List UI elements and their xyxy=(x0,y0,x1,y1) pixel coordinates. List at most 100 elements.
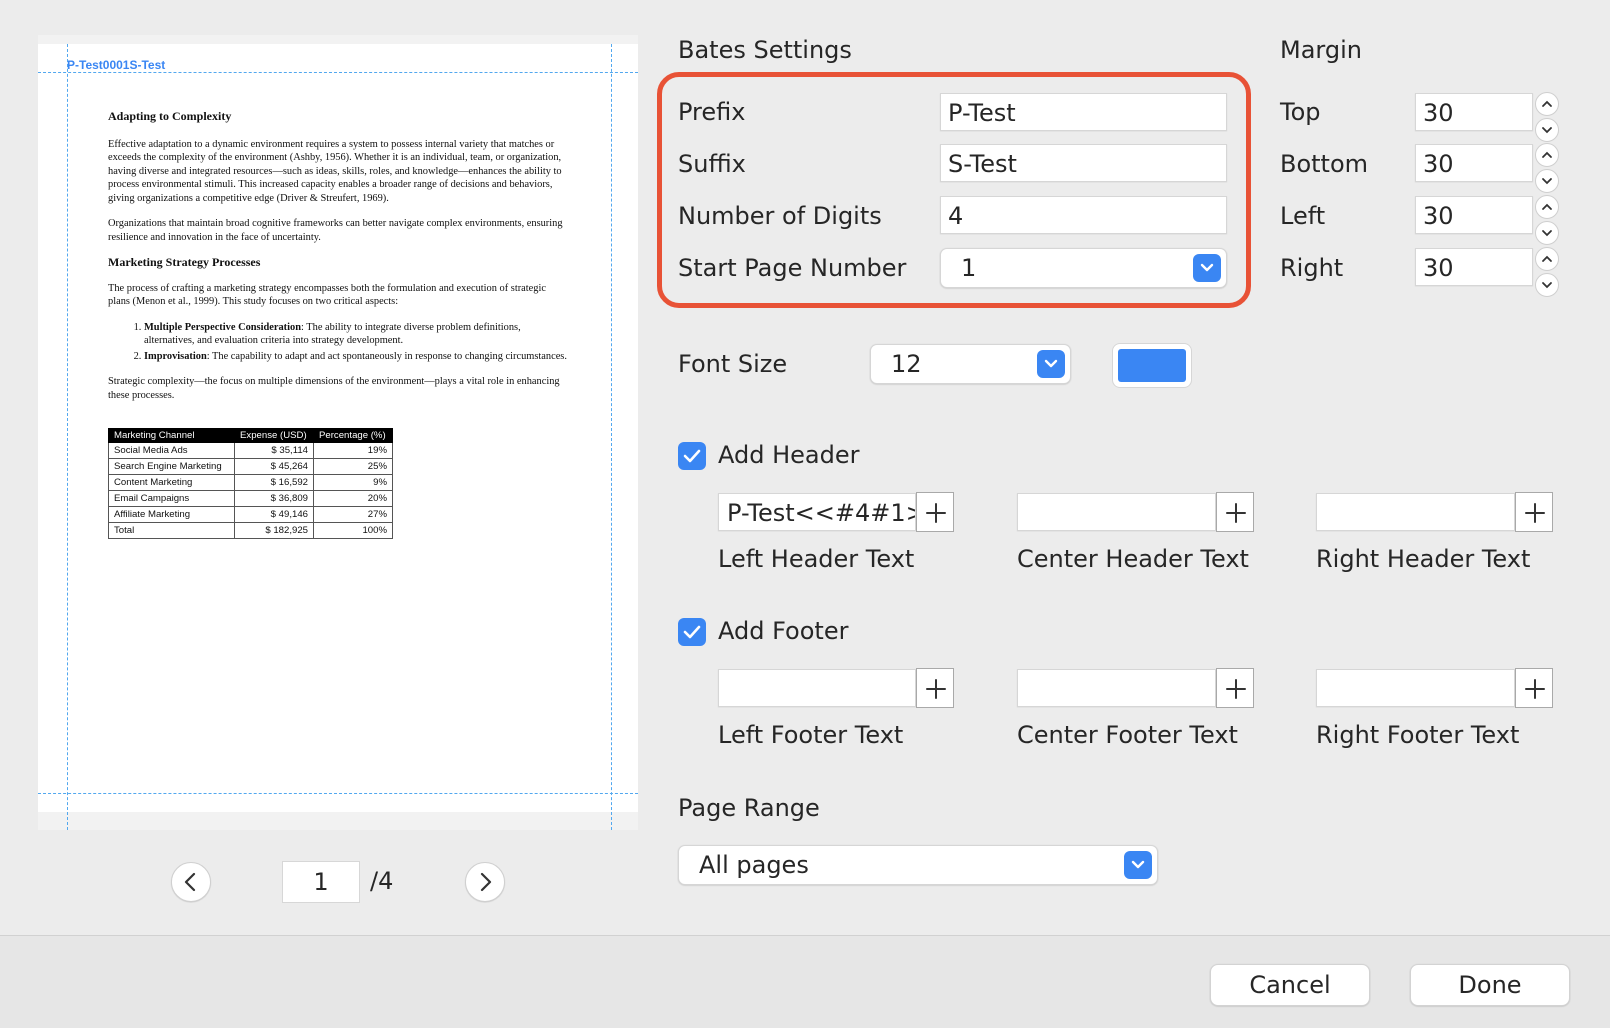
margin-right-stepper[interactable] xyxy=(1535,247,1561,299)
doc-heading: Adapting to Complexity xyxy=(108,109,232,123)
done-button[interactable]: Done xyxy=(1410,964,1570,1006)
bates-settings-title: Bates Settings xyxy=(678,36,852,64)
chevron-right-icon xyxy=(480,872,492,892)
digits-input[interactable]: 4 xyxy=(940,196,1227,234)
start-page-value: 1 xyxy=(961,254,977,282)
add-header-label: Add Header xyxy=(718,441,860,469)
chevron-down-icon[interactable] xyxy=(1535,169,1559,193)
page-range-value: All pages xyxy=(699,851,809,879)
checkmark-icon xyxy=(683,449,701,463)
chevron-down-icon[interactable] xyxy=(1535,118,1559,142)
center-header-input[interactable] xyxy=(1017,493,1216,531)
table-header: Marketing Channel xyxy=(108,428,235,443)
next-page-button[interactable] xyxy=(465,862,505,902)
previous-page-button[interactable] xyxy=(171,862,211,902)
chevron-up-icon[interactable] xyxy=(1535,247,1559,271)
margin-guide-top xyxy=(38,72,638,73)
chevron-down-icon xyxy=(1193,254,1221,282)
suffix-label: Suffix xyxy=(678,150,746,178)
margin-guide-bottom xyxy=(38,793,638,794)
plus-icon xyxy=(1525,503,1545,523)
page-total-label: /4 xyxy=(370,867,394,895)
table-row: Total $ 182,925 100% xyxy=(108,522,393,539)
right-header-add-button[interactable] xyxy=(1515,492,1553,532)
left-header-label: Left Header Text xyxy=(718,545,915,573)
start-page-select[interactable]: 1 xyxy=(940,248,1227,288)
prefix-input[interactable]: P-Test xyxy=(940,93,1227,131)
add-footer-label: Add Footer xyxy=(718,617,849,645)
font-size-label: Font Size xyxy=(678,350,788,378)
left-header-add-button[interactable] xyxy=(916,492,954,532)
chevron-down-icon xyxy=(1037,350,1065,378)
table-header-row: Marketing Channel Expense (USD) Percenta… xyxy=(108,428,393,443)
doc-list-item: Multiple Perspective Consideration: The … xyxy=(144,321,570,348)
marketing-table: Marketing Channel Expense (USD) Percenta… xyxy=(108,428,393,539)
font-color-well[interactable] xyxy=(1112,343,1192,388)
font-size-select[interactable]: 12 xyxy=(870,344,1071,384)
plus-icon xyxy=(1525,679,1545,699)
page-preview: P-Test0001S-Test Adapting to Complexity … xyxy=(38,35,638,830)
prefix-label: Prefix xyxy=(678,98,746,126)
table-row: Social Media Ads $ 35,114 19% xyxy=(108,442,393,459)
left-footer-label: Left Footer Text xyxy=(718,721,904,749)
doc-paragraph: Organizations that maintain broad cognit… xyxy=(108,218,563,243)
margin-bottom-input[interactable]: 30 xyxy=(1415,144,1533,182)
margin-guide-left xyxy=(67,44,68,830)
plus-icon xyxy=(926,503,946,523)
doc-heading: Marketing Strategy Processes xyxy=(108,255,261,269)
margin-title: Margin xyxy=(1280,36,1362,64)
right-footer-add-button[interactable] xyxy=(1515,668,1553,708)
digits-label: Number of Digits xyxy=(678,202,882,230)
margin-top-stepper[interactable] xyxy=(1535,92,1561,144)
right-footer-label: Right Footer Text xyxy=(1316,721,1520,749)
page-range-label: Page Range xyxy=(678,794,820,822)
add-footer-checkbox[interactable] xyxy=(678,618,706,646)
table-row: Content Marketing $ 16,592 9% xyxy=(108,474,393,491)
document-content: Adapting to Complexity Effective adaptat… xyxy=(108,109,570,539)
doc-paragraph: Effective adaptation to a dynamic enviro… xyxy=(108,138,562,204)
table-row: Search Engine Marketing $ 45,264 25% xyxy=(108,458,393,475)
margin-left-input[interactable]: 30 xyxy=(1415,196,1533,234)
doc-list-item: Improvisation: The capability to adapt a… xyxy=(144,350,570,364)
margin-left-stepper[interactable] xyxy=(1535,195,1561,247)
center-footer-label: Center Footer Text xyxy=(1017,721,1238,749)
table-header: Percentage (%) xyxy=(313,428,393,443)
font-size-value: 12 xyxy=(891,350,922,378)
left-header-input[interactable]: P-Test<<#4#1> xyxy=(718,493,916,531)
checkmark-icon xyxy=(683,625,701,639)
margin-top-input[interactable]: 30 xyxy=(1415,93,1533,131)
page-range-select[interactable]: All pages xyxy=(678,845,1158,885)
margin-bottom-stepper[interactable] xyxy=(1535,143,1561,195)
chevron-left-icon xyxy=(184,872,196,892)
chevron-down-icon xyxy=(1124,851,1152,879)
center-footer-add-button[interactable] xyxy=(1216,668,1254,708)
right-header-input[interactable] xyxy=(1316,493,1515,531)
table-row: Affiliate Marketing $ 49,146 27% xyxy=(108,506,393,523)
table-header: Expense (USD) xyxy=(234,428,314,443)
plus-icon xyxy=(1226,503,1246,523)
center-header-add-button[interactable] xyxy=(1216,492,1254,532)
suffix-input[interactable]: S-Test xyxy=(940,144,1227,182)
left-footer-input[interactable] xyxy=(718,669,916,707)
center-footer-input[interactable] xyxy=(1017,669,1216,707)
page-number-input[interactable]: 1 xyxy=(282,861,360,903)
right-header-label: Right Header Text xyxy=(1316,545,1531,573)
margin-right-input[interactable]: 30 xyxy=(1415,248,1533,286)
color-swatch xyxy=(1118,349,1186,382)
margin-right-label: Right xyxy=(1280,254,1344,282)
chevron-down-icon[interactable] xyxy=(1535,221,1559,245)
add-header-checkbox[interactable] xyxy=(678,442,706,470)
chevron-up-icon[interactable] xyxy=(1535,92,1559,116)
right-footer-input[interactable] xyxy=(1316,669,1515,707)
chevron-up-icon[interactable] xyxy=(1535,195,1559,219)
table-row: Email Campaigns $ 36,809 20% xyxy=(108,490,393,507)
doc-paragraph: The process of crafting a marketing stra… xyxy=(108,282,546,308)
doc-list: Multiple Perspective Consideration: The … xyxy=(108,321,570,364)
chevron-up-icon[interactable] xyxy=(1535,143,1559,167)
cancel-button[interactable]: Cancel xyxy=(1210,964,1370,1006)
center-header-label: Center Header Text xyxy=(1017,545,1249,573)
left-footer-add-button[interactable] xyxy=(916,668,954,708)
chevron-down-icon[interactable] xyxy=(1535,273,1559,297)
plus-icon xyxy=(926,679,946,699)
bates-stamp-preview: P-Test0001S-Test xyxy=(67,58,166,72)
